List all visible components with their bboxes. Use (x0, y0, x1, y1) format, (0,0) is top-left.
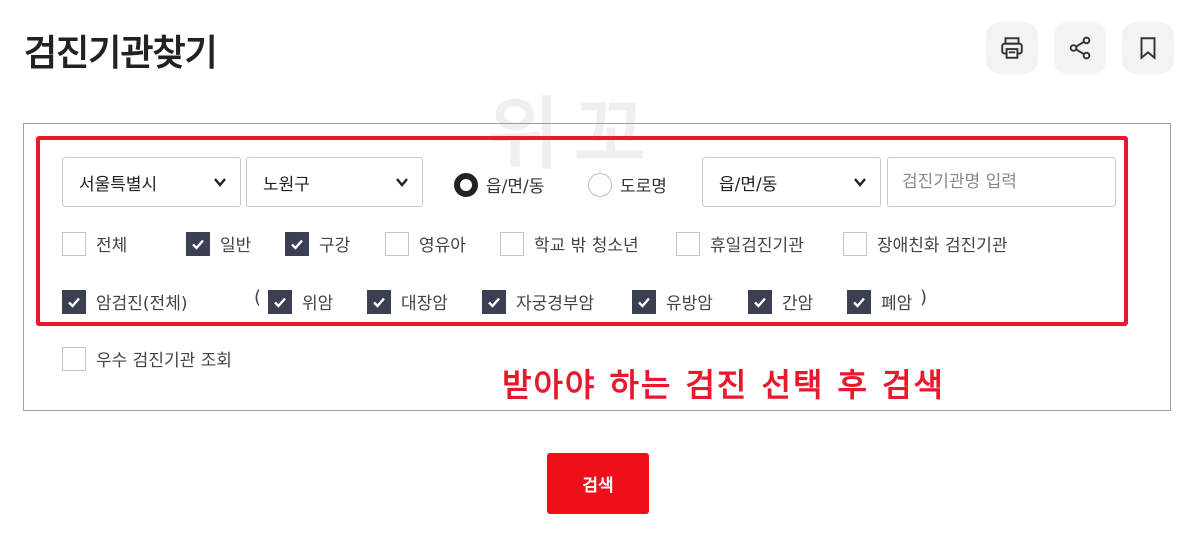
chevron-down-icon (854, 178, 866, 187)
check-icon (638, 297, 650, 308)
checkbox-cancer-all[interactable]: 암검진(전체) (62, 289, 187, 314)
checkbox-colon-cancer-label: 대장암 (401, 294, 448, 314)
chevron-down-icon (214, 178, 226, 187)
checkbox-lung-cancer[interactable]: 폐암 (847, 289, 912, 314)
checkbox-cervical-cancer[interactable]: 자궁경부암 (482, 289, 594, 314)
region-select[interactable]: 서울특별시 (62, 157, 241, 207)
checkbox-general-label: 일반 (220, 236, 252, 256)
checkbox-checked-icon (186, 231, 210, 256)
page-tools (986, 22, 1174, 74)
printer-icon (1001, 37, 1023, 59)
radio-road[interactable]: 도로명 (588, 172, 667, 197)
paren-open: ( (254, 287, 262, 308)
checkbox-holiday[interactable]: 휴일검진기관 (676, 231, 804, 256)
checkbox-checked-icon (482, 289, 506, 314)
checkbox-checked-icon (367, 289, 391, 314)
check-icon (754, 297, 766, 308)
checkbox-oral-label: 구강 (319, 236, 351, 256)
checkbox-all-label: 전체 (96, 236, 128, 256)
checkbox-unchecked-icon (62, 346, 86, 371)
check-icon (373, 297, 385, 308)
search-button[interactable]: 검색 (547, 453, 649, 514)
share-icon (1069, 36, 1091, 60)
checkbox-breast-cancer[interactable]: 유방암 (632, 289, 713, 314)
check-icon (192, 239, 204, 250)
bookmark-button[interactable] (1122, 22, 1174, 74)
checkbox-all[interactable]: 전체 (62, 231, 127, 256)
checkbox-checked-icon (285, 231, 309, 256)
print-button[interactable] (986, 22, 1038, 74)
checkbox-unchecked-icon (500, 231, 524, 256)
chevron-down-icon (396, 178, 408, 187)
checkbox-disability-friendly[interactable]: 장애친화 검진기관 (843, 231, 1008, 256)
checkbox-stomach-cancer-label: 위암 (302, 294, 334, 314)
checkbox-out-of-school-youth[interactable]: 학교 밖 청소년 (500, 231, 639, 256)
district-select-value: 노원구 (263, 174, 310, 195)
radio-selected-icon (454, 172, 478, 197)
checkbox-breast-cancer-label: 유방암 (666, 294, 713, 314)
checkbox-unchecked-icon (676, 231, 700, 256)
checkbox-out-of-school-youth-label: 학교 밖 청소년 (534, 236, 639, 256)
checkbox-disability-friendly-label: 장애친화 검진기관 (877, 236, 1008, 256)
checkbox-stomach-cancer[interactable]: 위암 (268, 289, 333, 314)
radio-town-label: 읍/면/동 (486, 177, 545, 197)
district-select[interactable]: 노원구 (246, 157, 423, 207)
checkbox-cervical-cancer-label: 자궁경부암 (516, 294, 595, 314)
check-icon (488, 297, 500, 308)
checkbox-infant-label: 영유아 (419, 236, 466, 256)
checkbox-unchecked-icon (62, 231, 86, 256)
annotation-text: 받아야 하는 검진 선택 후 검색 (502, 366, 945, 404)
checkbox-excellent-institution-label: 우수 검진기관 조회 (96, 351, 232, 371)
checkbox-checked-icon (268, 289, 292, 314)
share-button[interactable] (1054, 22, 1106, 74)
checkbox-holiday-label: 휴일검진기관 (710, 236, 804, 256)
paren-close: ) (920, 287, 928, 308)
checkbox-checked-icon (632, 289, 656, 314)
check-icon (853, 297, 865, 308)
checkbox-oral[interactable]: 구강 (285, 231, 350, 256)
check-icon (68, 297, 80, 308)
checkbox-checked-icon (847, 289, 871, 314)
checkbox-checked-icon (748, 289, 772, 314)
radio-unselected-icon (588, 172, 612, 197)
institution-name-input[interactable] (887, 157, 1116, 207)
page-title: 검진기관찾기 (24, 33, 218, 74)
town-select-value: 읍/면/동 (719, 174, 778, 195)
check-icon (274, 297, 286, 308)
checkbox-lung-cancer-label: 폐암 (881, 294, 913, 314)
checkbox-infant[interactable]: 영유아 (385, 231, 466, 256)
checkbox-cancer-all-label: 암검진(전체) (96, 294, 188, 314)
radio-road-label: 도로명 (620, 177, 667, 197)
town-select[interactable]: 읍/면/동 (702, 157, 881, 207)
checkbox-unchecked-icon (385, 231, 409, 256)
check-icon (291, 239, 303, 250)
checkbox-checked-icon (62, 289, 86, 314)
checkbox-liver-cancer-label: 간암 (782, 294, 814, 314)
checkbox-excellent-institution[interactable]: 우수 검진기관 조회 (62, 346, 232, 371)
radio-town[interactable]: 읍/면/동 (454, 172, 544, 197)
region-select-value: 서울특별시 (79, 174, 158, 195)
checkbox-liver-cancer[interactable]: 간암 (748, 289, 813, 314)
checkbox-unchecked-icon (843, 231, 867, 256)
bookmark-icon (1140, 37, 1156, 60)
checkbox-general[interactable]: 일반 (186, 231, 251, 256)
checkbox-colon-cancer[interactable]: 대장암 (367, 289, 448, 314)
